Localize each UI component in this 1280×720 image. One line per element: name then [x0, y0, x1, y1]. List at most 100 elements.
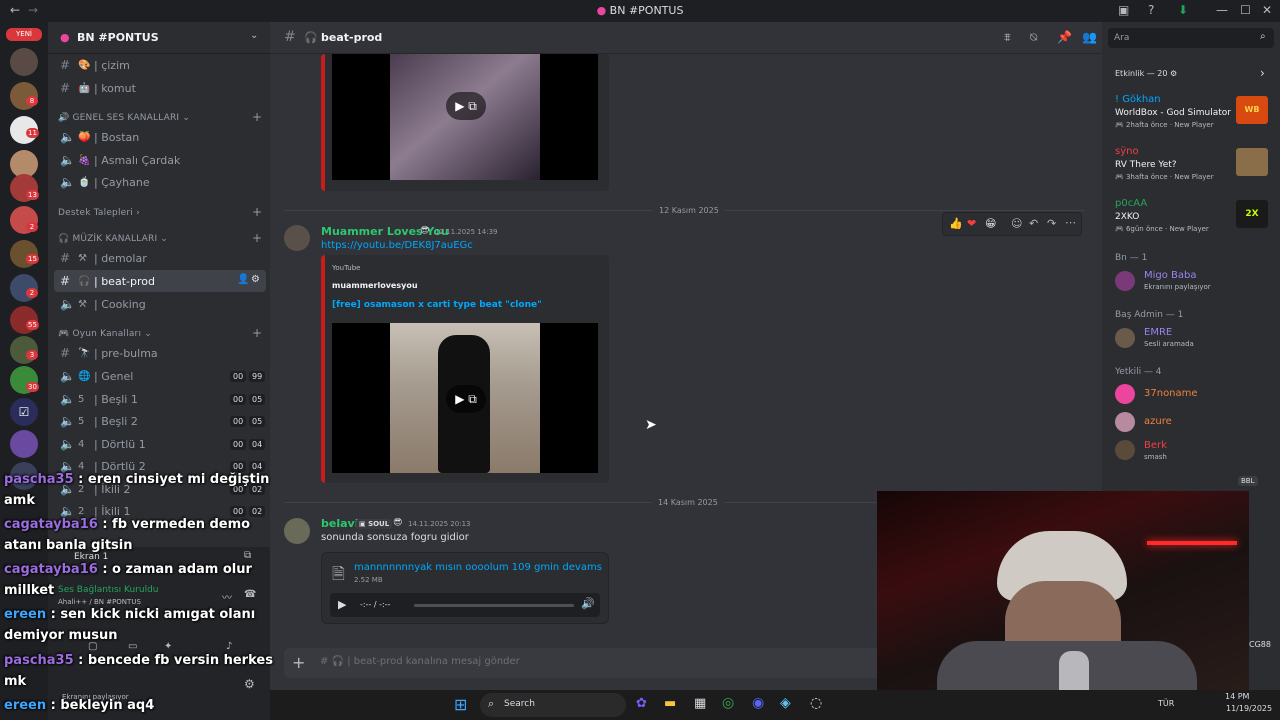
category-voice[interactable]: 🔊 GENEL SES KANALLARI ⌄ — [58, 113, 190, 123]
add-attachment-icon[interactable]: + — [292, 653, 305, 672]
channel-komut[interactable]: # 🤖 | komut — [54, 77, 266, 99]
time-display: -:-- / -:-- — [360, 600, 391, 609]
avatar[interactable] — [284, 225, 310, 251]
help-icon[interactable]: ? — [1148, 3, 1154, 17]
member-name[interactable]: Migo Baba — [1144, 270, 1197, 281]
channel-besli-1[interactable]: 🔈 5 | Beşli 1 00 05 — [54, 388, 266, 410]
embed-title[interactable]: [free] osamason x carti type beat "clone… — [332, 300, 542, 310]
soundboard-icon[interactable]: ♪ — [226, 641, 232, 652]
add-channel-icon[interactable]: + — [252, 205, 262, 219]
minimize-icon[interactable]: — — [1216, 3, 1228, 17]
clock-time[interactable]: 14 PM — [1225, 692, 1249, 701]
app-icon[interactable]: ◌ — [810, 695, 822, 711]
chevron-right-icon[interactable]: › — [1260, 66, 1265, 80]
activity-user[interactable]: p0cAA — [1115, 198, 1147, 209]
message-link[interactable]: https://youtu.be/DEK8J7auEGc — [321, 240, 473, 251]
play-icon[interactable]: ▶ ⧉ — [446, 385, 486, 413]
discord-icon[interactable]: ◉ — [752, 695, 764, 711]
chrome-icon[interactable]: ◎ — [722, 695, 734, 711]
member-name[interactable]: Berk — [1144, 440, 1167, 451]
maximize-icon[interactable]: ☐ — [1240, 3, 1251, 17]
add-reaction-icon[interactable]: ☺ — [1011, 217, 1022, 230]
grin-icon[interactable]: 😁 — [985, 217, 996, 230]
server-header[interactable]: ● BN #PONTUS ⌄ — [48, 22, 270, 54]
channel-dortlu-1[interactable]: 🔈 4 | Dörtlü 1 00 04 — [54, 433, 266, 455]
embed-author[interactable]: muammerlovesyou — [332, 281, 418, 290]
popout-icon[interactable]: ⧉ — [244, 550, 251, 561]
avatar[interactable] — [1115, 384, 1135, 404]
search-icon[interactable]: ⌕ — [1260, 31, 1266, 42]
message-author[interactable]: Muammer Loves You — [321, 225, 449, 238]
category-games[interactable]: 🎮 Oyun Kanalları ⌄ — [58, 329, 152, 339]
channel-cayhane[interactable]: 🔈 🍵 | Çayhane — [54, 171, 266, 193]
thumbs-up-icon[interactable]: 👍 — [949, 217, 963, 230]
heart-icon[interactable]: ❤ — [967, 217, 976, 230]
channel-bostan[interactable]: 🔈 🍑 | Bostan — [54, 126, 266, 148]
pin-icon[interactable]: 📌 — [1057, 30, 1072, 44]
member-name[interactable]: 37noname — [1144, 388, 1198, 399]
copilot-icon[interactable]: ✿ — [636, 696, 647, 711]
category-music[interactable]: 🎧 MÜZİK KANALLARI ⌄ — [58, 234, 168, 244]
chevron-down-icon[interactable]: ⌄ — [250, 30, 258, 41]
member-name[interactable]: azure — [1144, 416, 1172, 427]
search-box[interactable]: Ara ⌕ — [1108, 28, 1274, 48]
add-channel-icon[interactable]: + — [252, 231, 262, 245]
play-icon[interactable]: ▶ — [338, 598, 346, 611]
channel-demolar[interactable]: # ⚒ | demolar — [54, 247, 266, 269]
play-icon[interactable]: ▶ ⧉ — [446, 92, 486, 120]
avatar[interactable] — [1115, 440, 1135, 460]
reply-icon[interactable]: ↶ — [1029, 217, 1038, 230]
add-channel-icon[interactable]: + — [252, 110, 262, 124]
seek-bar[interactable] — [414, 604, 574, 607]
inbox-icon[interactable]: ▣ — [1118, 3, 1129, 17]
members-icon[interactable]: 👥 — [1082, 30, 1097, 44]
game-thumbnail: 2X — [1236, 200, 1268, 228]
activity-user[interactable]: ! Gökhan — [1115, 94, 1161, 105]
channel-besli-2[interactable]: 🔈 5 | Beşli 2 00 05 — [54, 410, 266, 432]
gear-icon[interactable]: ⚙ — [251, 274, 260, 285]
add-server-icon[interactable]: ☑ — [10, 398, 38, 426]
language-indicator[interactable]: TÜR — [1158, 699, 1174, 708]
member-name[interactable]: EMRE — [1144, 327, 1172, 338]
video-thumbnail[interactable]: ▶ ⧉ — [332, 323, 598, 473]
avatar[interactable] — [1115, 271, 1135, 291]
avatar[interactable] — [284, 518, 310, 544]
channel-beat-prod[interactable]: # 🎧 | beat-prod 👤 ⚙ — [54, 270, 266, 292]
add-channel-icon[interactable]: + — [252, 326, 262, 340]
category-support[interactable]: Destek Talepleri › — [58, 208, 140, 218]
download-icon[interactable]: ⬇ — [1178, 3, 1188, 17]
taskbar-search[interactable]: ⌕ Search — [480, 693, 626, 717]
video-thumbnail[interactable]: ▶ ⧉ — [332, 54, 598, 180]
close-icon[interactable]: ✕ — [1262, 3, 1272, 17]
threads-icon[interactable]: ⩨ — [1004, 30, 1011, 45]
channel-asmali-cardak[interactable]: 🔈 🍇 | Asmalı Çardak — [54, 149, 266, 171]
avatar[interactable] — [1115, 328, 1135, 348]
activity-header[interactable]: Etkinlik — 20 ⚙ — [1115, 69, 1177, 78]
gear-icon[interactable]: ⚙ — [244, 677, 255, 691]
message-input[interactable]: # 🎧 | beat-prod kanalına mesaj gönder — [320, 656, 520, 667]
server-icon[interactable] — [10, 430, 38, 458]
clock-date[interactable]: 11/19/2025 — [1226, 704, 1272, 713]
steam-icon[interactable]: ◈ — [780, 695, 791, 711]
mute-icon[interactable]: ⍉ — [1030, 30, 1037, 45]
noise-suppression-icon[interactable]: 〰 — [222, 589, 232, 604]
share-screen-icon[interactable]: ▭ — [128, 641, 137, 652]
file-explorer-icon[interactable]: ▬ — [664, 696, 676, 711]
add-member-icon[interactable]: 👤 — [237, 274, 249, 285]
activity-icon[interactable]: ✦ — [164, 641, 172, 652]
store-icon[interactable]: ▦ — [694, 696, 706, 711]
disconnect-icon[interactable]: ☎ — [244, 589, 256, 600]
channel-cooking[interactable]: 🔈 ⚒ | Cooking — [54, 293, 266, 315]
file-name[interactable]: mannnnnnnyak mısın oooolum 109 gmin deva… — [354, 562, 602, 573]
channel-pre-bulma[interactable]: # 🔭 | pre-bulma — [54, 342, 266, 364]
windows-start-icon[interactable]: ⊞ — [454, 695, 467, 714]
search-input[interactable]: Ara — [1114, 33, 1129, 43]
activity-user[interactable]: sÿno — [1115, 146, 1139, 157]
volume-icon[interactable]: 🔊 — [581, 597, 595, 610]
channel-cizim[interactable]: # 🎨 | çizim — [54, 54, 266, 76]
more-icon[interactable]: ⋯ — [1065, 216, 1076, 229]
avatar[interactable] — [1115, 412, 1135, 432]
server-icon[interactable] — [10, 48, 38, 76]
channel-genel[interactable]: 🔈 🌐 | Genel 00 99 — [54, 365, 266, 387]
forward-icon[interactable]: ↷ — [1047, 217, 1056, 230]
